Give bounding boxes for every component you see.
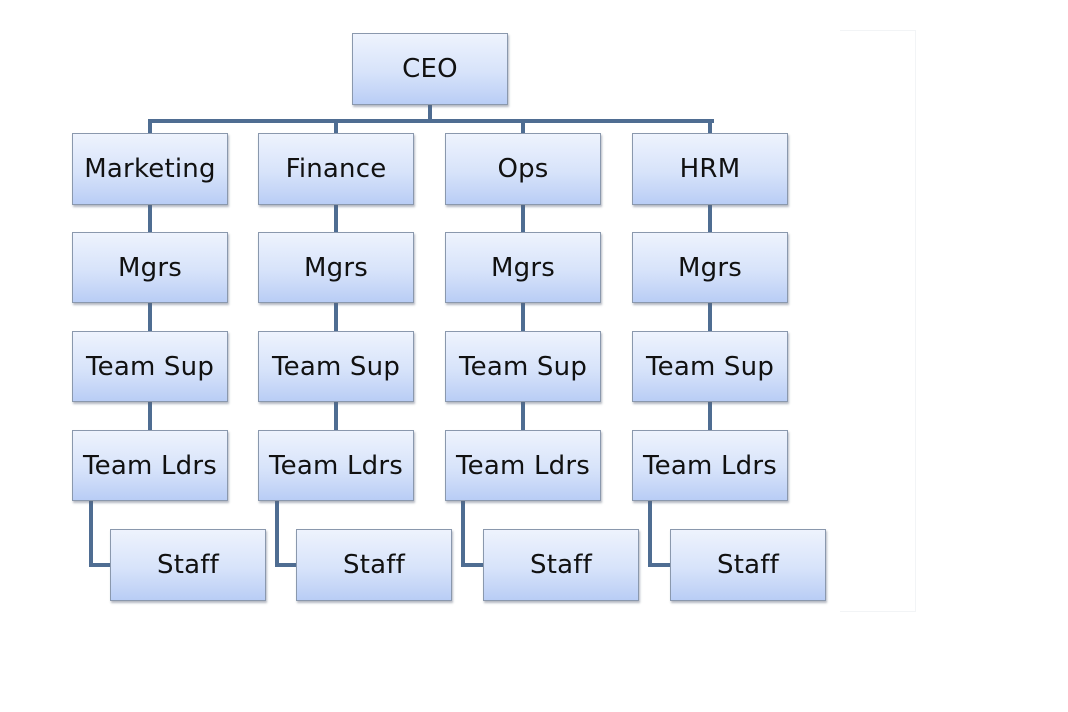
node-mgrs: Mgrs	[258, 232, 414, 303]
connector-col3-staff-h	[648, 563, 672, 567]
node-team-ldrs: Team Ldrs	[632, 430, 788, 501]
connector-col1-staff-v	[275, 500, 279, 566]
node-mgrs: Mgrs	[632, 232, 788, 303]
connector-col1-l1	[334, 204, 338, 233]
connector-marketing-up	[148, 119, 152, 134]
node-staff: Staff	[670, 529, 826, 601]
connector-col0-l2	[148, 302, 152, 332]
connector-col3-l3	[708, 401, 712, 431]
node-department-finance: Finance	[258, 133, 414, 205]
connector-col1-l3	[334, 401, 338, 431]
node-team-ldrs: Team Ldrs	[72, 430, 228, 501]
node-team-sup: Team Sup	[72, 331, 228, 402]
connector-horizontal-bus	[148, 119, 714, 123]
connector-col3-l2	[708, 302, 712, 332]
node-staff: Staff	[110, 529, 266, 601]
connector-hrm-up	[708, 119, 712, 134]
connector-col1-l2	[334, 302, 338, 332]
connector-col3-staff-v	[648, 500, 652, 566]
connector-col2-l3	[521, 401, 525, 431]
faint-bracket	[840, 30, 916, 612]
node-department-marketing: Marketing	[72, 133, 228, 205]
connector-col3-l1	[708, 204, 712, 233]
connector-col2-staff-v	[461, 500, 465, 566]
connector-col0-staff-h	[89, 563, 112, 567]
node-team-sup: Team Sup	[258, 331, 414, 402]
org-chart: CEO Marketing Finance Ops HRM Mgrs Mgrs …	[0, 0, 1068, 712]
node-team-sup: Team Sup	[632, 331, 788, 402]
connector-col2-l1	[521, 204, 525, 233]
node-team-ldrs: Team Ldrs	[258, 430, 414, 501]
node-mgrs: Mgrs	[445, 232, 601, 303]
connector-col0-l1	[148, 204, 152, 233]
node-department-hrm: HRM	[632, 133, 788, 205]
node-staff: Staff	[483, 529, 639, 601]
connector-col0-staff-v	[89, 500, 93, 566]
connector-ops-up	[521, 119, 525, 134]
node-team-ldrs: Team Ldrs	[445, 430, 601, 501]
node-team-sup: Team Sup	[445, 331, 601, 402]
connector-col2-staff-h	[461, 563, 485, 567]
connector-finance-up	[334, 119, 338, 134]
node-staff: Staff	[296, 529, 452, 601]
node-ceo: CEO	[352, 33, 508, 105]
connector-col1-staff-h	[275, 563, 298, 567]
connector-col2-l2	[521, 302, 525, 332]
node-mgrs: Mgrs	[72, 232, 228, 303]
node-department-ops: Ops	[445, 133, 601, 205]
connector-col0-l3	[148, 401, 152, 431]
